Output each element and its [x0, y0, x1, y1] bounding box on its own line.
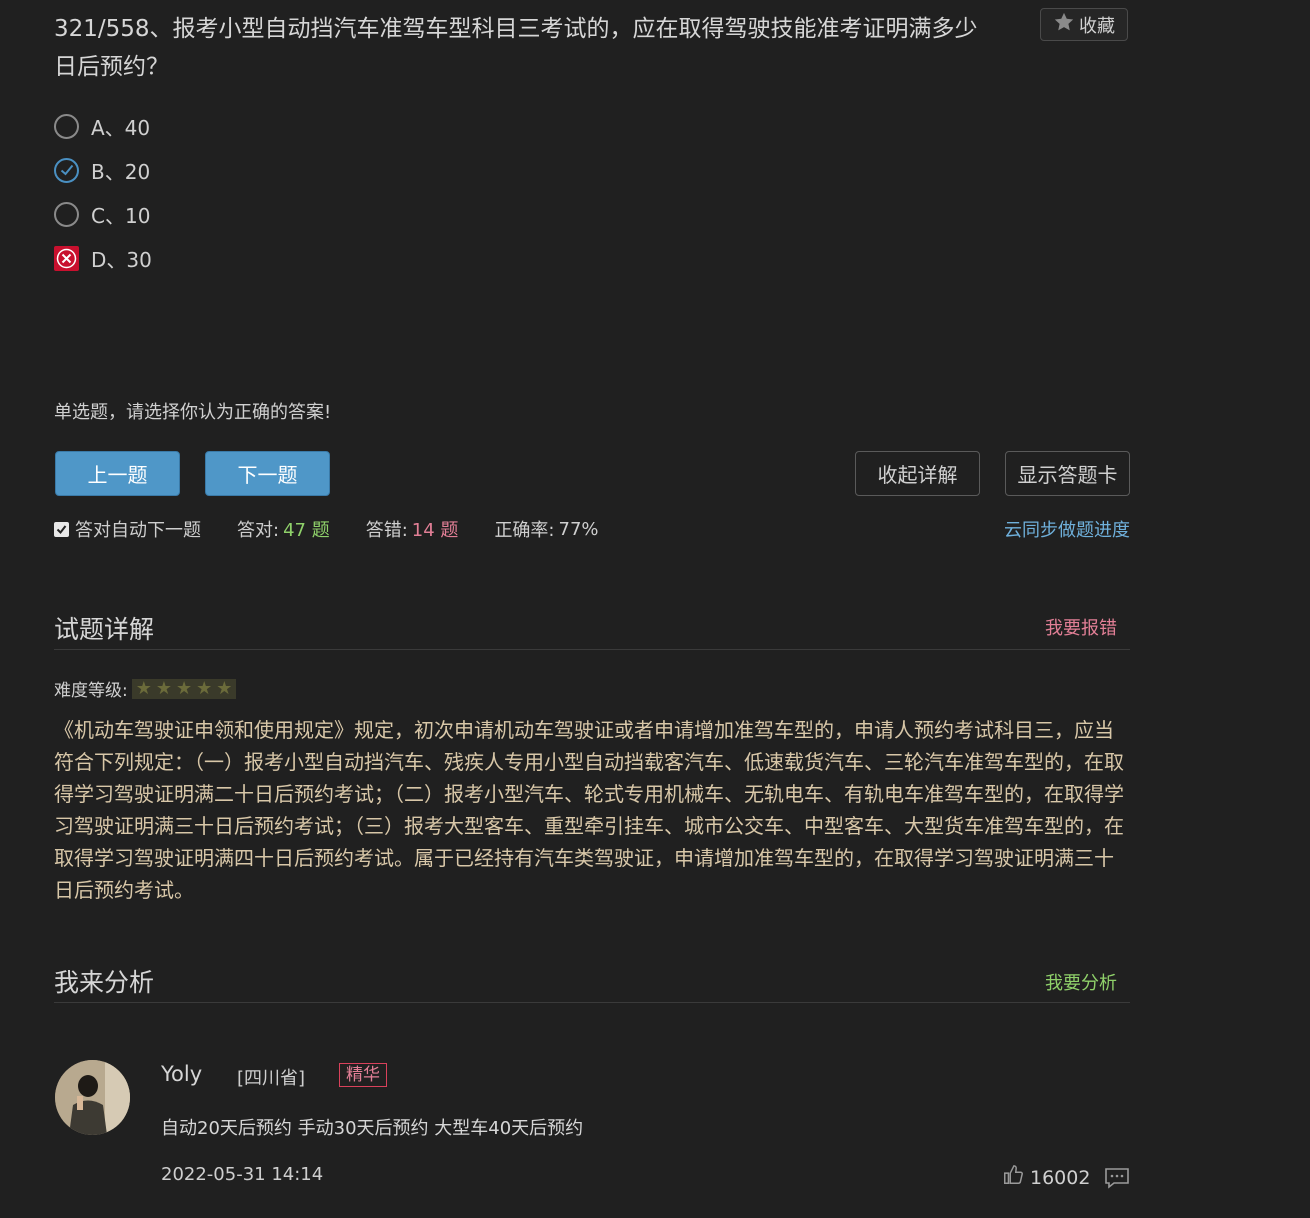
- option-label: B、20: [91, 159, 151, 184]
- add-analysis-link[interactable]: 我要分析: [1045, 969, 1117, 995]
- star-icon: ★: [135, 677, 152, 699]
- wrong-label: 答错:: [365, 520, 408, 541]
- option-a[interactable]: A、40: [54, 104, 152, 148]
- star-icon: ★: [216, 677, 233, 699]
- option-label: C、10: [91, 203, 151, 228]
- question-hint: 单选题，请选择你认为正确的答案!: [54, 402, 332, 423]
- divider: [54, 649, 1130, 650]
- correct-label: 答对:: [237, 520, 280, 541]
- like-count: 16002: [1030, 1166, 1091, 1189]
- auto-next-checkbox[interactable]: [54, 521, 69, 537]
- explanation-title: 试题详解: [54, 615, 155, 644]
- wrong-x-icon[interactable]: [54, 245, 79, 271]
- comment-icon[interactable]: [1104, 1167, 1130, 1193]
- avatar[interactable]: [55, 1060, 130, 1135]
- collapse-explanation-button[interactable]: 收起详解: [855, 451, 980, 496]
- favorite-label: 收藏: [1079, 15, 1115, 37]
- featured-badge: 精华: [339, 1063, 387, 1087]
- rate-value: 77%: [558, 518, 599, 540]
- sync-progress-link[interactable]: 云同步做题进度: [1004, 516, 1130, 542]
- like-button[interactable]: 16002: [1002, 1164, 1090, 1191]
- favorite-button[interactable]: 收藏: [1040, 8, 1128, 41]
- report-error-link[interactable]: 我要报错: [1045, 614, 1117, 640]
- star-icon: ★: [196, 677, 213, 699]
- option-list: A、40 B、20 C、10 D、30: [54, 104, 152, 280]
- option-label: A、40: [91, 115, 151, 140]
- question-page: 321/558、报考小型自动挡汽车准驾车型科目三考试的，应在取得驾驶技能准考证明…: [0, 0, 1310, 1218]
- auto-next-label[interactable]: 答对自动下一题: [75, 516, 201, 542]
- correct-count: 47 题: [283, 520, 330, 541]
- difficulty-stars: ★ ★ ★ ★ ★: [131, 677, 237, 699]
- next-button[interactable]: 下一题: [205, 451, 330, 496]
- comment-region: [四川省]: [237, 1068, 306, 1089]
- option-c[interactable]: C、10: [54, 192, 152, 236]
- option-label: D、30: [91, 247, 152, 272]
- prev-button[interactable]: 上一题: [55, 451, 180, 496]
- radio-unchecked-icon[interactable]: [54, 201, 79, 227]
- star-icon: ★: [176, 677, 193, 699]
- comment-time: 2022-05-31 14:14: [161, 1164, 324, 1185]
- explanation-text: 《机动车驾驶证申领和使用规定》规定，初次申请机动车驾驶证或者申请增加准驾车型的，…: [54, 718, 1124, 902]
- difficulty-rating: 难度等级: ★ ★ ★ ★ ★: [54, 676, 237, 701]
- option-d[interactable]: D、30: [54, 236, 152, 280]
- wrong-count: 14 题: [411, 520, 459, 541]
- rate-label: 正确率:: [494, 520, 555, 541]
- star-icon: ★: [155, 677, 173, 699]
- comment-text: 自动20天后预约 手动30天后预约 大型车40天后预约: [161, 1118, 584, 1139]
- comment-username[interactable]: Yoly: [161, 1062, 202, 1086]
- option-b[interactable]: B、20: [54, 148, 152, 192]
- stats-bar: 答对自动下一题 答对: 47 题 答错: 14 题 正确率: 77%: [54, 516, 599, 542]
- check-circle-icon[interactable]: [54, 157, 79, 183]
- question-title: 321/558、报考小型自动挡汽车准驾车型科目三考试的，应在取得驾驶技能准考证明…: [54, 16, 978, 80]
- divider: [54, 1002, 1130, 1003]
- radio-unchecked-icon[interactable]: [54, 113, 79, 139]
- thumbs-up-icon: [1002, 1164, 1024, 1191]
- star-icon: [1053, 11, 1075, 38]
- difficulty-label: 难度等级:: [54, 681, 128, 701]
- show-answer-card-button[interactable]: 显示答题卡: [1005, 451, 1130, 496]
- analysis-title: 我来分析: [54, 968, 155, 997]
